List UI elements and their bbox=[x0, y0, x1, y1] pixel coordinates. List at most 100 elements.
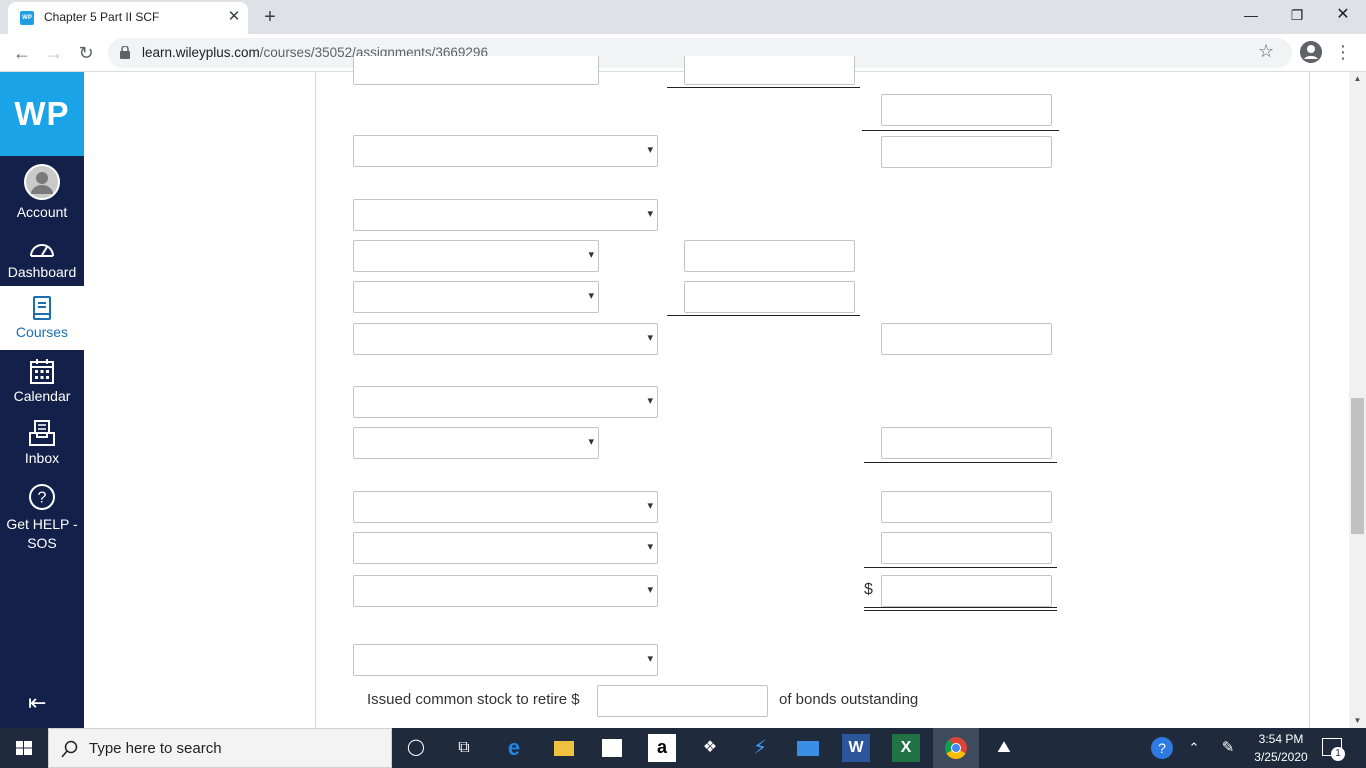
new-tab-icon[interactable]: + bbox=[258, 5, 282, 29]
taskbar-search-box[interactable]: Type here to search bbox=[48, 728, 392, 768]
lock-icon bbox=[120, 46, 130, 59]
subtotal-rule bbox=[862, 130, 1059, 131]
calendar-icon bbox=[30, 359, 54, 384]
amount-input[interactable] bbox=[684, 281, 855, 313]
amount-input[interactable] bbox=[881, 136, 1052, 168]
nav-courses[interactable]: Courses bbox=[0, 286, 84, 350]
forward-icon[interactable]: → bbox=[40, 39, 68, 67]
nav-courses-label: Courses bbox=[15, 324, 69, 340]
chrome-taskbar-active[interactable] bbox=[933, 728, 979, 768]
subtotal-rule bbox=[864, 567, 1057, 568]
excel-icon[interactable]: X bbox=[892, 734, 920, 762]
line-item-dropdown[interactable] bbox=[353, 135, 658, 167]
amount-input[interactable] bbox=[881, 532, 1052, 564]
edge-icon[interactable]: e bbox=[500, 734, 528, 762]
page-scrollbar[interactable]: ▲ ▼ bbox=[1349, 72, 1366, 728]
amount-input[interactable] bbox=[684, 56, 855, 85]
ending-cash-input[interactable] bbox=[881, 575, 1052, 607]
nav-calendar[interactable]: Calendar bbox=[0, 358, 84, 404]
section-heading-dropdown[interactable] bbox=[353, 199, 658, 231]
noncash-heading-dropdown[interactable] bbox=[353, 644, 658, 676]
photos-app-icon[interactable]: ⛰ bbox=[990, 734, 1018, 762]
clock-date: 3/25/2020 bbox=[1254, 750, 1308, 764]
line-item-dropdown[interactable] bbox=[353, 532, 658, 564]
cortana-icon[interactable]: ◯ bbox=[402, 734, 430, 762]
answer-field[interactable] bbox=[353, 56, 599, 85]
amount-input[interactable] bbox=[684, 240, 855, 272]
windows-start-icon[interactable] bbox=[0, 728, 48, 768]
wileyplus-logo[interactable]: WP bbox=[0, 72, 84, 156]
word-icon[interactable]: W bbox=[842, 734, 870, 762]
bonds-retired-input[interactable] bbox=[597, 685, 768, 717]
browser-toolbar: ← → ↻ learn.wileyplus.com/courses/35052/… bbox=[0, 34, 1366, 72]
amount-input[interactable] bbox=[881, 94, 1052, 126]
section-heading-dropdown[interactable] bbox=[353, 386, 658, 418]
nav-account[interactable]: Account bbox=[0, 164, 84, 220]
speedometer-icon bbox=[30, 244, 54, 257]
subtotal-rule bbox=[667, 87, 860, 88]
noncash-text-before: Issued common stock to retire $ bbox=[367, 691, 580, 708]
url-host: learn.wileyplus.com bbox=[142, 45, 260, 60]
scrollbar-thumb[interactable] bbox=[1351, 398, 1364, 534]
subtotal-rule bbox=[864, 462, 1057, 463]
close-window-icon[interactable]: ✕ bbox=[1320, 0, 1366, 30]
tab-title: Chapter 5 Part II SCF bbox=[44, 10, 160, 24]
amount-input[interactable] bbox=[881, 323, 1052, 355]
line-item-dropdown[interactable] bbox=[353, 427, 599, 459]
minimize-window-icon[interactable]: — bbox=[1228, 0, 1274, 30]
wileyplus-favicon-icon: WP bbox=[20, 11, 34, 25]
system-clock[interactable]: 3:54 PM 3/25/2020 bbox=[1248, 730, 1314, 766]
task-view-icon[interactable]: ⧉ bbox=[450, 734, 478, 762]
nav-get-help-label: Get HELP - SOS bbox=[6, 516, 78, 551]
search-placeholder: Type here to search bbox=[89, 740, 222, 757]
nav-account-label: Account bbox=[16, 204, 68, 220]
chevron-up-icon[interactable]: ⌃ bbox=[1180, 734, 1208, 762]
app-shortcut-icon[interactable]: ⚡ bbox=[746, 734, 774, 762]
search-icon bbox=[61, 740, 78, 758]
ending-balance-dropdown[interactable] bbox=[353, 575, 658, 607]
profile-icon[interactable] bbox=[1300, 41, 1322, 63]
line-item-dropdown[interactable] bbox=[353, 491, 658, 523]
scroll-down-icon[interactable]: ▼ bbox=[1349, 714, 1366, 728]
amount-input[interactable] bbox=[881, 491, 1052, 523]
bookmark-star-icon[interactable]: ☆ bbox=[1258, 41, 1274, 62]
svg-text:?: ? bbox=[38, 490, 47, 507]
currency-symbol: $ bbox=[864, 581, 873, 598]
nav-dashboard-label: Dashboard bbox=[7, 264, 77, 280]
clock-time: 3:54 PM bbox=[1258, 732, 1304, 746]
windows-taskbar: Type here to search ◯ ⧉ e a ❖ ⚡ W X ⛰ ? … bbox=[0, 728, 1366, 768]
line-item-dropdown[interactable] bbox=[353, 240, 599, 272]
help-tray-icon[interactable]: ? bbox=[1148, 734, 1176, 762]
help-icon: ? bbox=[29, 484, 55, 510]
nav-get-help-sos[interactable]: ? Get HELP - SOS bbox=[0, 483, 84, 553]
line-item-dropdown[interactable] bbox=[353, 281, 599, 313]
scroll-up-icon[interactable]: ▲ bbox=[1349, 72, 1366, 86]
close-tab-icon[interactable]: ✕ bbox=[226, 9, 242, 25]
nav-inbox-label: Inbox bbox=[24, 450, 60, 466]
pen-icon[interactable]: ✎ bbox=[1214, 734, 1242, 762]
amount-input[interactable] bbox=[881, 427, 1052, 459]
action-center-icon[interactable]: 1 bbox=[1322, 738, 1345, 761]
file-explorer-icon[interactable] bbox=[550, 734, 578, 762]
collapse-sidebar-icon[interactable]: ⇤ bbox=[28, 690, 46, 716]
store-icon[interactable] bbox=[598, 734, 626, 762]
book-icon bbox=[33, 296, 51, 320]
nav-dashboard[interactable]: Dashboard bbox=[0, 238, 84, 280]
mail-icon[interactable] bbox=[794, 734, 822, 762]
browser-tab-strip: WP Chapter 5 Part II SCF ✕ + — ❐ ✕ bbox=[0, 0, 1366, 34]
browser-tab[interactable]: WP Chapter 5 Part II SCF ✕ bbox=[8, 2, 248, 34]
browser-menu-icon[interactable]: ⋮ bbox=[1334, 40, 1352, 64]
line-item-dropdown[interactable] bbox=[353, 323, 658, 355]
nav-inbox[interactable]: Inbox bbox=[0, 420, 84, 466]
restore-window-icon[interactable]: ❐ bbox=[1274, 0, 1320, 30]
notification-count: 1 bbox=[1331, 747, 1345, 761]
back-icon[interactable]: ← bbox=[8, 39, 36, 67]
total-double-rule bbox=[864, 607, 1057, 611]
chrome-icon bbox=[945, 737, 967, 759]
amazon-icon[interactable]: a bbox=[648, 734, 676, 762]
subtotal-rule bbox=[667, 315, 860, 316]
reload-icon[interactable]: ↻ bbox=[72, 39, 100, 67]
dropbox-icon[interactable]: ❖ bbox=[696, 734, 724, 762]
user-avatar-icon bbox=[24, 164, 60, 200]
inbox-icon bbox=[29, 420, 55, 446]
